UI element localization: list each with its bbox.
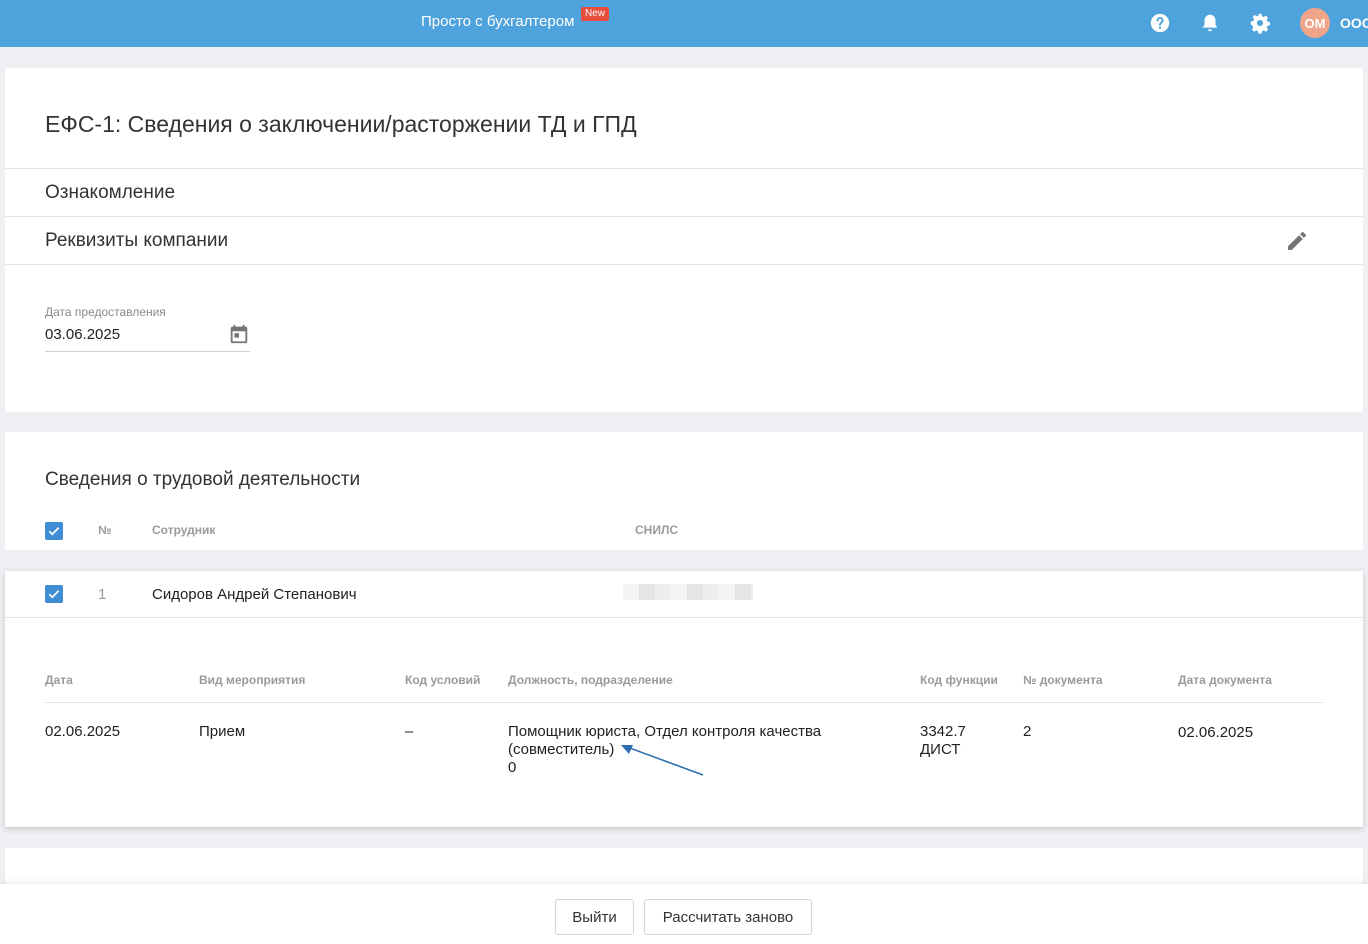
divider bbox=[45, 702, 1323, 703]
table-row[interactable]: 1 Сидоров Андрей Степанович bbox=[5, 571, 1363, 618]
func-line1: 3342.7 bbox=[920, 723, 966, 740]
cell-cond: – bbox=[405, 723, 414, 740]
col-date: Дата bbox=[45, 673, 73, 687]
bell-icon[interactable] bbox=[1198, 11, 1222, 35]
submission-date-label: Дата предоставления bbox=[45, 305, 166, 319]
snils-redacted bbox=[623, 584, 753, 600]
cell-docnum: 2 bbox=[1023, 723, 1032, 740]
section-intro[interactable]: Ознакомление bbox=[5, 168, 1363, 216]
employee-expanded-card: 1 Сидоров Андрей Степанович Дата Вид мер… bbox=[5, 571, 1363, 827]
org-name[interactable]: ООО bbox=[1340, 15, 1368, 31]
col-position: Должность, подразделение bbox=[508, 673, 673, 687]
employment-card: Сведения о трудовой деятельности № Сотру… bbox=[5, 432, 1363, 550]
cell-docdate: 02.06.2025 bbox=[1178, 724, 1254, 741]
page-title: ЕФС-1: Сведения о заключении/расторжении… bbox=[45, 111, 637, 137]
cell-date: 02.06.2025 bbox=[45, 723, 121, 740]
promo-link[interactable]: Просто с бухгалтером bbox=[421, 13, 574, 30]
section-company-label: Реквизиты компании bbox=[45, 230, 229, 251]
annotation-arrow-icon bbox=[621, 745, 704, 776]
col-cond: Код условий bbox=[405, 673, 481, 687]
col-docdate: Дата документа bbox=[1178, 673, 1272, 687]
col-snils[interactable]: СНИЛС bbox=[635, 523, 678, 537]
section-company[interactable]: Реквизиты компании bbox=[5, 216, 1363, 264]
row-checkbox[interactable] bbox=[45, 585, 63, 603]
avatar[interactable]: ОМ bbox=[1300, 8, 1330, 38]
help-icon[interactable] bbox=[1148, 11, 1172, 35]
col-event: Вид мероприятия bbox=[199, 673, 306, 687]
footer-bar: Выйти Рассчитать заново bbox=[0, 884, 1368, 944]
report-header-card: ЕФС-1: Сведения о заключении/расторжении… bbox=[5, 68, 1363, 412]
col-func: Код функции bbox=[920, 673, 998, 687]
section-intro-label: Ознакомление bbox=[45, 182, 176, 203]
check-icon bbox=[48, 527, 60, 536]
divider bbox=[5, 264, 1363, 265]
next-card-edge bbox=[5, 848, 1363, 884]
col-docnum: № документа bbox=[1023, 673, 1103, 687]
submission-date-input[interactable]: 03.06.2025 bbox=[45, 326, 120, 343]
row-num: 1 bbox=[98, 586, 107, 603]
submission-date-field[interactable]: Дата предоставления 03.06.2025 bbox=[45, 305, 250, 352]
new-badge: New bbox=[581, 7, 610, 21]
func-line2: ДИСТ bbox=[920, 741, 961, 758]
select-all-checkbox[interactable] bbox=[45, 522, 63, 540]
gear-icon[interactable] bbox=[1248, 11, 1272, 35]
exit-button[interactable]: Выйти bbox=[555, 899, 634, 935]
employee-name[interactable]: Сидоров Андрей Степанович bbox=[152, 586, 357, 603]
top-bar: Просто с бухгалтером New ОМ ООО bbox=[0, 0, 1368, 47]
position-line1: Помощник юриста, Отдел контроля качества bbox=[508, 723, 822, 740]
col-employee[interactable]: Сотрудник bbox=[152, 523, 215, 537]
cell-func: 3342.7 ДИСТ bbox=[920, 723, 966, 759]
calendar-icon[interactable] bbox=[228, 323, 250, 345]
recalculate-button[interactable]: Рассчитать заново bbox=[644, 899, 812, 935]
employment-heading: Сведения о трудовой деятельности bbox=[45, 469, 361, 490]
pencil-icon[interactable] bbox=[1285, 229, 1309, 253]
col-num[interactable]: № bbox=[98, 523, 111, 537]
check-icon bbox=[48, 590, 60, 599]
cell-event: Прием bbox=[199, 723, 246, 740]
